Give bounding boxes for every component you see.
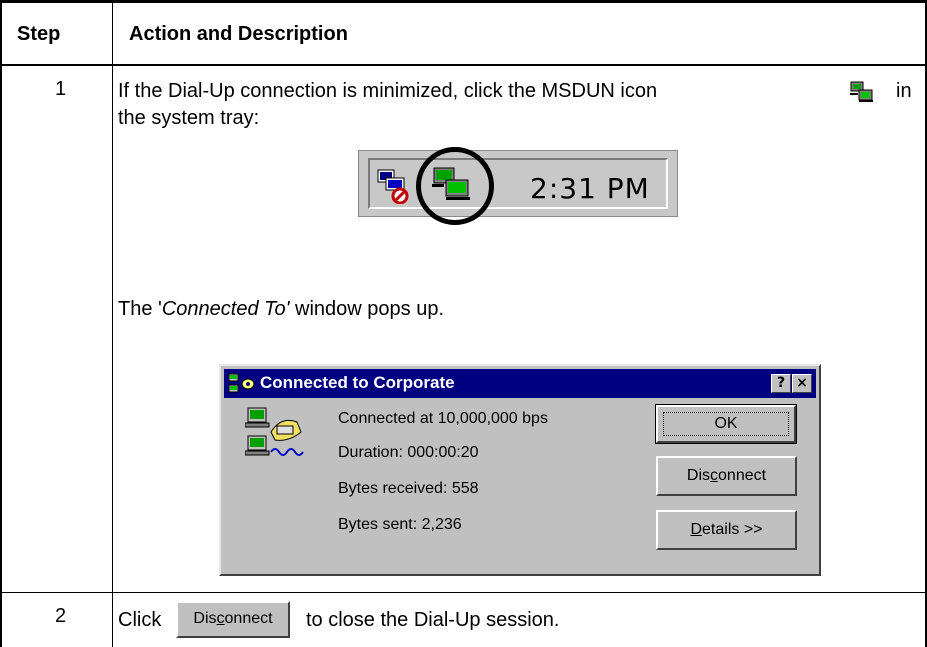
inline-btn-pre: Dis	[193, 610, 217, 627]
step1-popup-text: The 'Connected To' window pops up.	[118, 296, 444, 323]
procedure-table: Step Action and Description 1 If the Dia…	[0, 0, 927, 647]
highlight-circle	[416, 147, 494, 225]
system-tray: 2:31 PM	[358, 150, 678, 217]
network-status-icon	[377, 169, 409, 204]
disconnect-label-accel: c	[710, 467, 719, 484]
disconnect-inline-button[interactable]: Disconnect	[176, 601, 290, 638]
connected-dialog: Connected to Corporate ? × Connected at …	[219, 364, 821, 576]
disconnect-button[interactable]: Disconnect	[656, 456, 797, 496]
popup-text-italic: Connected To'	[161, 298, 290, 320]
system-tray-well: 2:31 PM	[368, 158, 668, 209]
table-top-rule	[0, 0, 927, 3]
focus-rect	[663, 412, 789, 436]
table-column-divider	[112, 0, 113, 647]
step2-after-text: to close the Dial-Up session.	[306, 609, 560, 631]
step1-intro-line1: If the Dial-Up connection is minimized, …	[118, 78, 657, 105]
step2-click-word: Click	[118, 609, 162, 631]
step-number-1: 1	[55, 78, 67, 100]
ok-button[interactable]: OK	[656, 405, 796, 443]
inline-btn-post: onnect	[224, 610, 273, 627]
bytes-sent: Bytes sent: 2,236	[338, 516, 462, 533]
duration: Duration: 000:00:20	[338, 444, 479, 461]
table-row-rule	[0, 592, 927, 593]
dialog-titlebar: Connected to Corporate ? ×	[224, 369, 816, 398]
ok-button-frame: OK	[655, 404, 797, 444]
help-button[interactable]: ?	[771, 374, 791, 393]
step1-intro-text: If the Dial-Up connection is minimized, …	[118, 80, 658, 102]
network-computers-icon	[850, 81, 873, 102]
tray-clock: 2:31 PM	[530, 172, 650, 205]
bytes-received: Bytes received: 558	[338, 480, 479, 497]
step1-intro-line2: the system tray:	[118, 107, 260, 129]
popup-text-after: window pops up.	[289, 298, 445, 320]
step-number-2: 2	[55, 605, 67, 627]
close-button[interactable]: ×	[792, 374, 812, 393]
table-left-border	[0, 0, 2, 647]
dialup-connection-icon	[228, 373, 255, 393]
header-step: Step	[17, 23, 61, 45]
inline-btn-accel: c	[216, 610, 225, 627]
modem-phone-icon	[245, 407, 304, 456]
disconnect-label-post: onnect	[718, 467, 767, 484]
details-button[interactable]: Details >>	[656, 510, 797, 550]
header-action: Action and Description	[129, 23, 348, 45]
connected-at: Connected at 10,000,000 bps	[338, 410, 548, 427]
step1-intro-in: in	[896, 80, 912, 102]
popup-text-before: The '	[118, 298, 162, 320]
disconnect-label-pre: Dis	[686, 467, 711, 484]
details-label-accel: D	[690, 521, 703, 538]
dialog-title: Connected to Corporate	[260, 373, 455, 392]
details-label-post: etails >>	[702, 521, 763, 538]
table-header-rule	[0, 64, 927, 66]
